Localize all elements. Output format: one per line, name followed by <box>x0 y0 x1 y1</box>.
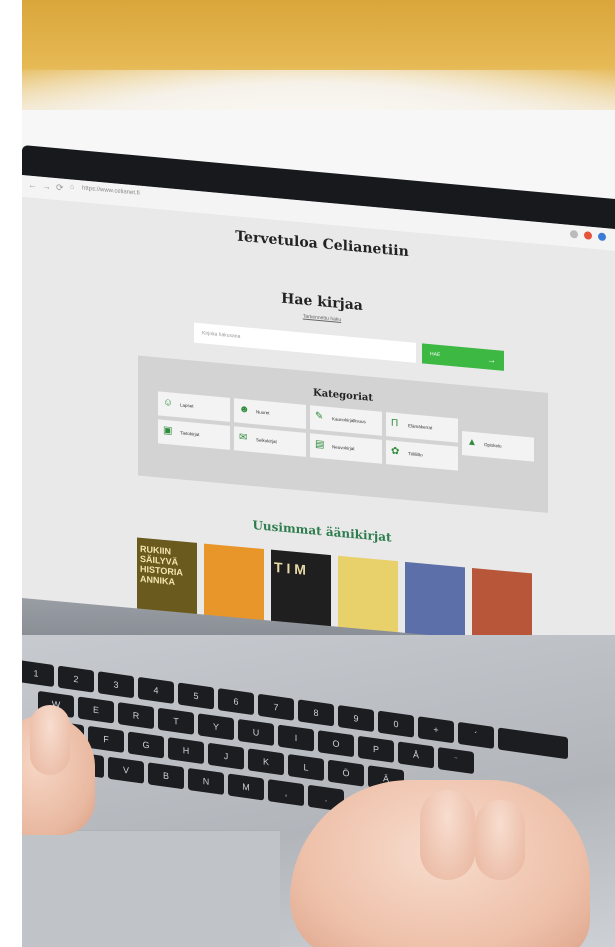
category-neuvokirjat[interactable]: ▤ Neuvokirjat <box>310 433 382 464</box>
search-icon[interactable] <box>570 229 578 239</box>
home-icon[interactable]: ⌂ <box>70 183 74 190</box>
key[interactable]: N <box>188 767 224 795</box>
key[interactable]: ¨ <box>438 747 474 775</box>
key[interactable]: I <box>278 724 314 752</box>
key[interactable]: Å <box>398 741 434 769</box>
left-finger <box>30 705 70 775</box>
key[interactable]: R <box>118 702 154 730</box>
extension-icon[interactable] <box>584 231 592 240</box>
key[interactable]: G <box>128 731 164 759</box>
category-label: Kaunokirjallisuus <box>332 416 366 425</box>
book-icon: ▣ <box>163 424 173 437</box>
key[interactable]: Ö <box>328 759 364 787</box>
child-icon: ☺ <box>163 396 174 409</box>
key[interactable]: 6 <box>218 688 254 716</box>
reload-icon[interactable]: ⟳ <box>56 182 64 194</box>
key[interactable]: ´ <box>458 721 494 749</box>
key[interactable]: 9 <box>338 704 374 733</box>
easy-read-icon: ✉ <box>239 431 248 444</box>
trackpad[interactable] <box>20 830 280 947</box>
key[interactable]: Y <box>198 713 234 741</box>
quill-icon: ✎ <box>315 410 324 423</box>
category-label: Selkokirjat <box>256 437 277 445</box>
right-finger <box>420 790 475 880</box>
category-label: Opiskelu <box>484 442 502 449</box>
category-label: Nuoret <box>256 409 270 416</box>
search-button[interactable]: HAE → <box>422 343 504 371</box>
profile-icon[interactable] <box>598 232 606 242</box>
key[interactable]: U <box>238 718 274 746</box>
category-nuoret[interactable]: ☻ Nuoret <box>234 398 306 429</box>
key[interactable]: V <box>108 756 144 784</box>
forward-icon[interactable]: → <box>42 181 51 192</box>
key[interactable]: T <box>158 707 194 735</box>
search-button-label: HAE <box>430 351 441 359</box>
key[interactable]: 4 <box>138 676 174 704</box>
graduation-cap-icon: ▲ <box>467 436 477 449</box>
category-label: Neuvokirjat <box>332 444 355 452</box>
teen-icon: ☻ <box>239 403 250 416</box>
category-label: Tiililiitto <box>408 451 423 458</box>
categories-panel: Kategoriat ☺ Lapset ☻ Nuoret ✎ Kaunokirj… <box>138 355 548 513</box>
key[interactable]: F <box>88 725 124 753</box>
key[interactable]: 7 <box>258 693 294 721</box>
category-label: Tietokirjat <box>180 430 200 438</box>
search-heading: Hae kirjaa <box>281 290 363 315</box>
notebook-icon: ▤ <box>315 438 325 451</box>
key[interactable]: 0 <box>378 710 414 738</box>
right-finger <box>475 800 525 880</box>
pillar-icon: Π <box>391 417 399 430</box>
category-tietokirjat[interactable]: ▣ Tietokirjat <box>158 419 230 450</box>
key[interactable]: L <box>288 753 324 782</box>
key[interactable]: 2 <box>58 665 94 693</box>
key[interactable]: 8 <box>298 699 334 727</box>
key[interactable]: E <box>78 696 114 724</box>
category-tiililiitto[interactable]: ✿ Tiililiitto <box>386 440 458 471</box>
category-label: Lapset <box>180 402 194 409</box>
category-lapset[interactable]: ☺ Lapset <box>158 391 230 422</box>
search-input[interactable]: Kirjoita hakusana <box>194 322 416 363</box>
key[interactable]: P <box>358 735 394 763</box>
book-cover-title: RUKIIN SÄILYVÄ HISTORIA ANNIKA <box>140 543 183 587</box>
key[interactable]: 3 <box>98 671 134 699</box>
book-cover-title: T I M <box>274 558 306 578</box>
key[interactable]: K <box>248 748 284 776</box>
category-kaunokirjallisuus[interactable]: ✎ Kaunokirjallisuus <box>310 405 382 436</box>
back-icon[interactable]: ← <box>28 180 37 191</box>
image-border <box>0 0 22 947</box>
category-opiskelu[interactable]: ▲ Opiskelu <box>462 431 534 462</box>
key[interactable]: + <box>418 716 454 744</box>
gift-icon: ✿ <box>391 445 400 458</box>
category-label: Elämäkerrat <box>408 423 433 431</box>
key[interactable]: J <box>208 742 244 770</box>
key[interactable]: , <box>268 779 304 807</box>
key[interactable]: 5 <box>178 682 214 710</box>
key[interactable]: M <box>228 773 264 801</box>
key[interactable]: O <box>318 730 354 758</box>
key[interactable]: 1 <box>18 660 54 688</box>
photo-scene: ← → ⟳ ⌂ https://www.celianet.fi Tervetul… <box>0 0 615 947</box>
key[interactable]: B <box>148 762 184 790</box>
category-elamakerrat[interactable]: Π Elämäkerrat <box>386 412 458 443</box>
category-selkokirjat[interactable]: ✉ Selkokirjat <box>234 426 306 457</box>
key[interactable]: H <box>168 737 204 765</box>
arrow-right-icon: → <box>487 354 496 366</box>
